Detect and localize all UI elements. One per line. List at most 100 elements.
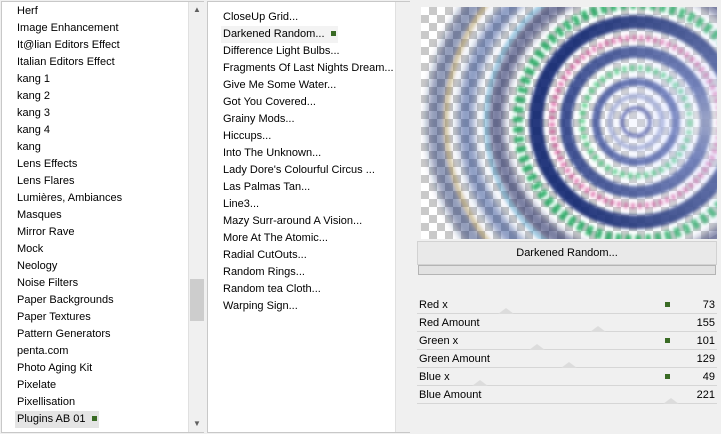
filter-item-label: Radial CutOuts... (223, 249, 307, 261)
slider-handle[interactable] (663, 398, 680, 404)
category-item-label: Lens Effects (17, 158, 78, 170)
category-item[interactable]: kang 2 (15, 88, 52, 105)
effect-preview (421, 7, 717, 239)
category-item-label: Pattern Generators (17, 328, 111, 340)
filter-item-label: Warping Sign... (223, 300, 298, 312)
filter-item[interactable]: Warping Sign... (221, 298, 300, 315)
category-item[interactable]: Mirror Rave (15, 224, 76, 241)
category-item-label: Neology (17, 260, 58, 272)
param-slider-row[interactable]: Red Amount 155 (417, 314, 717, 332)
category-item-label: kang (17, 141, 41, 153)
param-marker (665, 374, 670, 379)
category-item-label: Lens Flares (17, 175, 75, 187)
category-item[interactable]: Neology (15, 258, 59, 275)
filter-item[interactable]: Random tea Cloth... (221, 281, 323, 298)
category-item-label: kang 4 (17, 124, 51, 136)
filter-item[interactable]: Random Rings... (221, 264, 307, 281)
category-item-label: It@lian Editors Effect (17, 39, 120, 51)
filter-item[interactable]: Radial CutOuts... (221, 247, 309, 264)
category-item-label: kang 1 (17, 73, 51, 85)
category-item-label: Mock (17, 243, 44, 255)
filter-item[interactable]: Grainy Mods... (221, 111, 297, 128)
param-slider-row[interactable]: Green x 101 (417, 332, 717, 350)
param-label: Green x (419, 335, 459, 347)
apply-filter-button[interactable]: Darkened Random... (417, 241, 717, 265)
param-slider-row[interactable]: Blue x 49 (417, 368, 717, 386)
filter-item[interactable]: Hiccups... (221, 128, 273, 145)
chevron-up-icon[interactable]: ▲ (189, 2, 205, 18)
filter-item[interactable]: Got You Covered... (221, 94, 318, 111)
category-item[interactable]: Noise Filters (15, 275, 80, 292)
category-item[interactable]: Paper Textures (15, 309, 93, 326)
filter-item-label: Random tea Cloth... (223, 283, 321, 295)
category-item[interactable]: It@lian Editors Effect (15, 37, 122, 54)
category-item-label: penta.com (17, 345, 69, 357)
param-label: Blue Amount (419, 389, 482, 401)
category-item[interactable]: Herf (15, 3, 40, 20)
category-list[interactable]: Herf Image Enhancement It@lian Editors Eff… (2, 2, 188, 432)
filter-item[interactable]: Las Palmas Tan... (221, 179, 312, 196)
filter-scrollbar (395, 2, 411, 432)
category-item[interactable]: Plugins AB 01 (15, 411, 99, 428)
category-item[interactable]: Pixelate (15, 377, 58, 394)
filter-item-label: Lady Dore's Colourful Circus ... (223, 164, 375, 176)
category-item[interactable]: kang 1 (15, 71, 52, 88)
param-slider-row[interactable]: Red x 73 (417, 296, 717, 314)
category-item-label: kang 2 (17, 90, 51, 102)
category-item-label: Pixellisation (17, 396, 76, 408)
chevron-down-icon[interactable]: ▼ (189, 416, 205, 432)
category-list-panel: Herf Image Enhancement It@lian Editors Eff… (1, 1, 204, 433)
param-marker (665, 302, 670, 307)
filter-item[interactable]: Give Me Some Water... (221, 77, 338, 94)
filter-item[interactable]: Darkened Random... (221, 26, 338, 43)
filter-item-label: More At The Atomic... (223, 232, 328, 244)
filter-item[interactable]: Into The Unknown... (221, 145, 323, 162)
filter-item[interactable]: More At The Atomic... (221, 230, 330, 247)
category-item[interactable]: Masques (15, 207, 64, 224)
param-slider-row[interactable]: Green Amount 129 (417, 350, 717, 368)
category-item[interactable]: kang 4 (15, 122, 52, 139)
category-item-label: Image Enhancement (17, 22, 119, 34)
category-item[interactable]: Lens Effects (15, 156, 79, 173)
filter-item[interactable]: Mazy Surr-around A Vision... (221, 213, 364, 230)
filter-item[interactable]: Difference Light Bulbs... (221, 43, 342, 60)
filter-item-label: Grainy Mods... (223, 113, 295, 125)
category-item[interactable]: kang (15, 139, 43, 156)
param-label: Red Amount (419, 317, 480, 329)
category-item[interactable]: Paper Backgrounds (15, 292, 116, 309)
filter-item-label: Into The Unknown... (223, 147, 322, 159)
category-item[interactable]: Lumières, Ambiances (15, 190, 124, 207)
category-item-label: Mirror Rave (17, 226, 75, 238)
category-item[interactable]: Pixellisation (15, 394, 77, 411)
filter-item-label: Mazy Surr-around A Vision... (223, 215, 363, 227)
filter-item[interactable]: CloseUp Grid... (221, 9, 300, 26)
filter-item[interactable]: Lady Dore's Colourful Circus ... (221, 162, 377, 179)
category-item[interactable]: Mock (15, 241, 45, 258)
filter-item-label: Las Palmas Tan... (223, 181, 311, 193)
filter-item-label: Darkened Random... (223, 28, 325, 40)
filter-item[interactable]: Line3... (221, 196, 261, 213)
param-marker (665, 338, 670, 343)
category-item[interactable]: Lens Flares (15, 173, 76, 190)
param-label: Red x (419, 299, 448, 311)
category-item-label: Pixelate (17, 379, 57, 391)
category-scrollbar[interactable]: ▲ ▼ (188, 2, 204, 432)
filter-item-label: Random Rings... (223, 266, 305, 278)
category-item-label: Paper Backgrounds (17, 294, 114, 306)
category-item[interactable]: kang 3 (15, 105, 52, 122)
category-item[interactable]: Image Enhancement (15, 20, 121, 37)
param-label: Green Amount (419, 353, 490, 365)
filter-list-panel: CloseUp Grid... Darkened Random... Differe… (207, 1, 411, 433)
category-item[interactable]: penta.com (15, 343, 70, 360)
category-item-label: Lumières, Ambiances (17, 192, 123, 204)
param-value: 155 (696, 317, 715, 329)
category-item[interactable]: Italian Editors Effect (15, 54, 117, 71)
filter-item-label: CloseUp Grid... (223, 11, 299, 23)
category-item-label: Plugins AB 01 (17, 413, 86, 425)
category-item[interactable]: Pattern Generators (15, 326, 113, 343)
category-item[interactable]: Photo Aging Kit (15, 360, 94, 377)
filter-item[interactable]: Fragments Of Last Nights Dream... (221, 60, 396, 77)
param-slider-row[interactable]: Blue Amount 221 (417, 386, 717, 404)
category-scroll-thumb[interactable] (190, 279, 204, 321)
filter-item-label: Fragments Of Last Nights Dream... (223, 62, 394, 74)
